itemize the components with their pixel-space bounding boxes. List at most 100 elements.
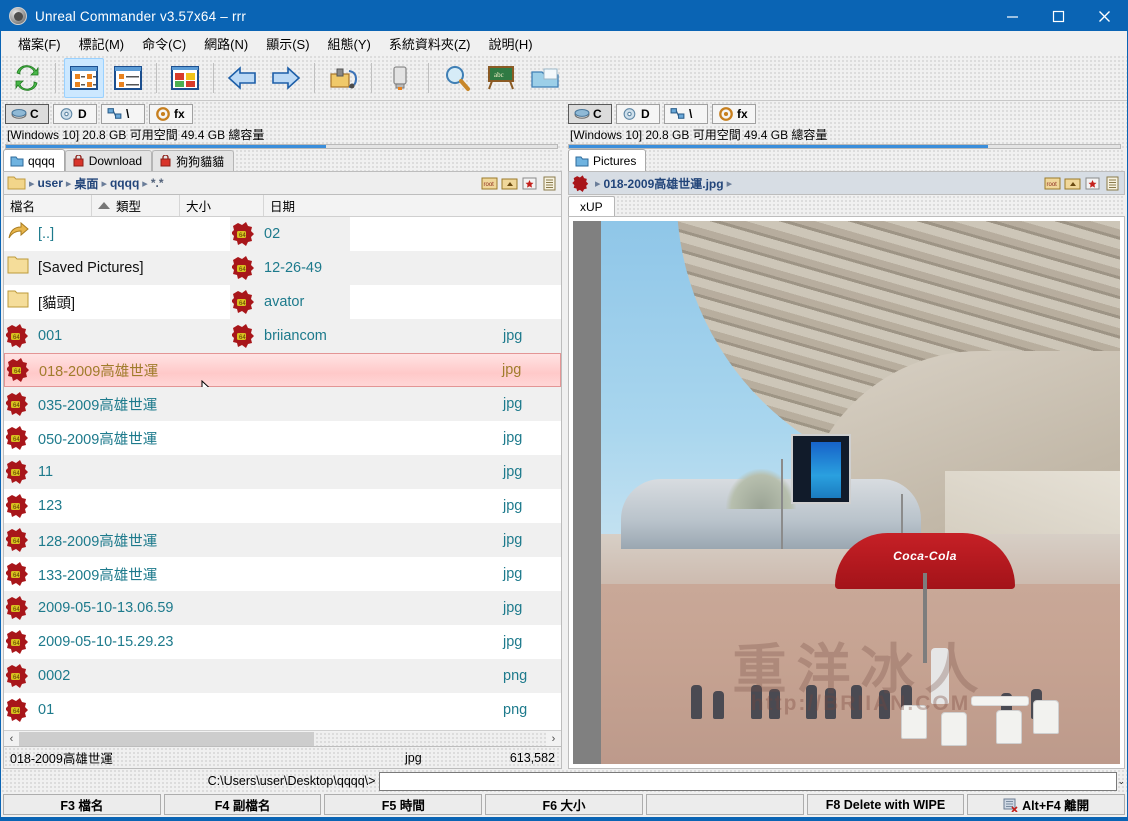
open-folder-icon[interactable] [525,58,565,98]
fkey-f8[interactable]: F8 Delete with WIPE [806,794,965,815]
drive-button-network-right[interactable]: \ [664,104,708,124]
chevron-down-icon[interactable]: ⌄ [1117,776,1125,787]
command-prompt: C:\Users\user\Desktop\qqqq\> [207,774,376,788]
table-row[interactable]: 64 123 jpg [4,489,561,523]
up-folder-icon[interactable] [1064,176,1081,191]
table-row[interactable]: 64 01 png [4,693,561,727]
file-name: avator [264,294,305,310]
menu-file[interactable]: 檔案(F) [9,32,70,55]
menu-command[interactable]: 命令(C) [133,32,195,55]
col-date[interactable]: 日期 [264,195,346,216]
breadcrumb-filename[interactable]: 018-2009高雄世運.jpg [604,175,724,192]
image-file-icon: 64 [231,288,260,316]
image-file-icon: 64 [5,424,34,452]
table-row[interactable]: 64 0002 png [4,659,561,693]
scroll-thumb[interactable] [19,731,315,746]
favorites-icon[interactable] [1084,176,1101,191]
file-ext: jpg [503,532,523,548]
maximize-button[interactable] [1035,1,1081,31]
history-icon[interactable] [541,176,558,191]
drive-button-c-left[interactable]: C [5,104,49,124]
file-name: 12-26-49 [264,260,323,276]
fkey-f3[interactable]: F3 檔名 [3,794,161,815]
table-row-selected[interactable]: 64 018-2009高雄世運 jpg [4,353,561,399]
detail-view-icon[interactable] [108,58,148,98]
tab-qqqq[interactable]: qqqq [3,149,65,171]
status-file-name: 018-2009高雄世運 [10,752,113,766]
fkey-f5[interactable]: F5 時間 [324,794,483,815]
table-row[interactable]: 64 133-2009高雄世運 jpg [4,557,561,591]
pack-files-icon[interactable] [323,58,363,98]
table-row[interactable]: 64 128-2009高雄世運 jpg [4,523,561,557]
col-type-label: 類型 [116,200,142,214]
table-row[interactable]: 64 2009-05-10-13.06.59 jpg [4,591,561,625]
breadcrumb-filter[interactable]: *.* [151,176,164,190]
menu-help[interactable]: 說明(H) [480,32,542,55]
horizontal-scrollbar[interactable]: ‹ › [4,730,561,746]
drive-button-fx-left[interactable]: fx [149,104,193,124]
unpack-files-icon[interactable] [380,58,420,98]
menu-mark[interactable]: 標記(M) [70,32,134,55]
breadcrumb-part-qqqq[interactable]: qqqq [110,176,139,190]
drive-button-d-right[interactable]: D [616,104,660,124]
menu-network[interactable]: 網路(N) [195,32,257,55]
right-breadcrumb[interactable]: ▸ 018-2009高雄世運.jpg ▸ root [568,171,1125,195]
table-row[interactable]: 64 avator [230,285,350,319]
up-folder-icon[interactable] [501,176,518,191]
fkey-f7[interactable] [645,794,804,815]
file-rows-column-2[interactable]: 64 02 64 12-26-49 64 avator 64 briiancom [230,217,350,353]
fkey-altf4[interactable]: Alt+F4 離開 [967,794,1126,815]
street-lamp [781,459,783,549]
thumbnail-view-icon[interactable] [165,58,205,98]
brief-view-icon[interactable] [64,57,104,98]
menu-system-folder[interactable]: 系統資料夾(Z) [380,32,480,55]
root-icon[interactable]: root [1044,176,1061,191]
drive-button-fx-right[interactable]: fx [712,104,756,124]
breadcrumb-part-desktop[interactable]: 桌面 [74,175,98,192]
command-input[interactable] [379,771,1118,791]
left-breadcrumb[interactable]: ▸ user ▸ 桌面 ▸ qqqq ▸ *.* root [3,171,562,195]
table-row[interactable]: 64 briiancom [230,319,350,353]
fkey-f6[interactable]: F6 大小 [485,794,643,815]
drive-info-right: [Windows 10] 20.8 GB 可用空間 49.4 GB 總容量 [570,128,828,142]
drive-button-network-left[interactable]: \ [101,104,145,124]
col-filename[interactable]: 檔名 [4,195,92,216]
minimize-button[interactable] [989,1,1035,31]
drive-button-d-left[interactable]: D [53,104,97,124]
scroll-track[interactable] [19,731,546,746]
col-type[interactable]: 類型 [92,195,180,216]
table-row[interactable]: 64 12-26-49 [230,251,350,285]
chalkboard-icon[interactable]: abc [481,58,521,98]
table-row[interactable]: 64 050-2009高雄世運 jpg [4,421,561,455]
drive-button-c-right[interactable]: C [568,104,612,124]
close-button[interactable] [1081,1,1127,31]
history-icon[interactable] [1104,176,1121,191]
file-rows[interactable]: [..] [Saved Pictures] [貓頭] 64 001 jpg 64… [4,217,561,730]
table-row[interactable]: 64 11 jpg [4,455,561,489]
scroll-left-arrow-icon[interactable]: ‹ [4,733,19,745]
tab-pictures[interactable]: Pictures [568,149,647,171]
tab-xup[interactable]: xUP [568,196,615,216]
forward-arrow-icon[interactable] [266,58,306,98]
favorites-icon[interactable] [521,176,538,191]
breadcrumb-part-user[interactable]: user [38,176,63,190]
search-icon[interactable] [437,58,477,98]
photo-viewport[interactable]: Coca-Cola 重洋冰人 http://BRIIAN.COM [573,221,1120,764]
toolbar-separator [428,62,429,93]
menu-show[interactable]: 顯示(S) [257,32,318,55]
table-row[interactable]: 64 02 [230,217,350,251]
root-icon[interactable]: root [481,176,498,191]
fkey-f4[interactable]: F4 副檔名 [163,794,322,815]
table-row[interactable]: 64 2009-05-10-15.29.23 jpg [4,625,561,659]
left-file-list[interactable]: 檔名 類型 大小 日期 [..] [Saved Pictures] [貓頭] 6… [3,195,562,747]
scroll-right-arrow-icon[interactable]: › [546,733,561,745]
menu-config[interactable]: 組態(Y) [319,32,380,55]
image-preview-panel[interactable]: Coca-Cola 重洋冰人 http://BRIIAN.COM [568,216,1125,769]
col-size[interactable]: 大小 [180,195,264,216]
table-row[interactable]: 64 035-2009高雄世運 jpg [4,387,561,421]
tab-dog-cat[interactable]: 狗狗貓貓 [152,150,235,171]
refresh-icon[interactable] [7,58,47,98]
tab-download[interactable]: Download [64,150,153,171]
back-arrow-icon[interactable] [222,58,262,98]
column-headers: 檔名 類型 大小 日期 [4,195,561,217]
